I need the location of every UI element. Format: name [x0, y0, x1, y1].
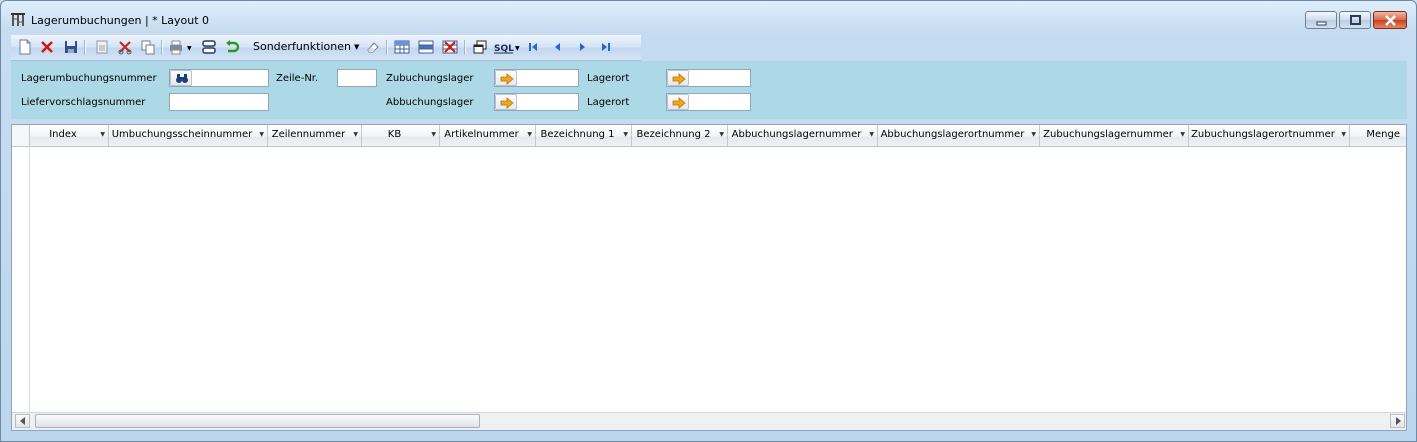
arrow-right-icon — [672, 97, 686, 109]
scroll-left-button[interactable] — [15, 414, 30, 428]
print-icon[interactable] — [168, 39, 184, 55]
zubuchungslager-label: Zubuchungslager — [386, 73, 474, 84]
abbuchungslager-field[interactable] — [494, 93, 579, 111]
window: Lagerumbuchungen | * Layout 0 ▼ Sonderfu… — [0, 0, 1417, 442]
column-header-menge[interactable]: Menge — [1350, 125, 1406, 146]
arrow-right-icon — [500, 73, 514, 85]
grid-header: Index ▼ Umbuchungsscheinnummer ▼ Zeilennum… — [12, 125, 1406, 147]
print-dropdown-icon[interactable]: ▼ — [187, 45, 192, 52]
chevron-down-icon[interactable]: ▼ — [719, 125, 724, 145]
column-header-zubuchungslagernummer[interactable]: Zubuchungslagernummer ▼ — [1040, 125, 1189, 146]
cut-icon[interactable] — [117, 39, 133, 55]
filter-panel: Lagerumbuchungsnummer Zeile-Nr. Zubuchun… — [11, 61, 1407, 119]
liefervorschlagsnummer-field[interactable] — [169, 93, 269, 111]
chevron-left-icon — [20, 417, 25, 425]
column-header-bezeichnung-2[interactable]: Bezeichnung 2 ▼ — [632, 125, 728, 146]
column-header-umbuchungsscheinnummer[interactable]: Umbuchungsscheinnummer ▼ — [109, 125, 268, 146]
zeile-nr-field[interactable] — [337, 69, 377, 87]
chevron-down-icon[interactable]: ▼ — [1031, 125, 1036, 145]
minimize-icon — [1316, 21, 1327, 26]
chevron-down-icon[interactable]: ▼ — [1180, 125, 1185, 145]
column-header-artikelnummer[interactable]: Artikelnummer ▼ — [440, 125, 536, 146]
delete-icon[interactable] — [39, 39, 55, 55]
arrow-right-icon — [500, 97, 514, 109]
lagerort-label: Lagerort — [587, 97, 630, 108]
zubuchungslager-field[interactable] — [494, 69, 579, 87]
lagerort-label: Lagerort — [587, 73, 630, 84]
new-document-icon[interactable] — [17, 39, 33, 55]
chevron-down-icon: ▼ — [353, 43, 360, 51]
toolbar-separator — [386, 40, 388, 55]
zeile-nr-label: Zeile-Nr. — [276, 73, 319, 84]
table-alt-icon[interactable] — [418, 39, 434, 55]
data-grid[interactable]: Index ▼ Umbuchungsscheinnummer ▼ Zeilennum… — [11, 124, 1407, 431]
windows-icon[interactable] — [472, 39, 488, 55]
chevron-down-icon[interactable]: ▼ — [353, 125, 358, 145]
previous-record-icon[interactable] — [550, 39, 566, 55]
maximize-icon — [1350, 15, 1361, 25]
column-header-abbuchungslagernummer[interactable]: Abbuchungslagernummer ▼ — [728, 125, 878, 146]
chevron-right-icon — [1396, 417, 1401, 425]
lagerort-abbuchung-lookup-button[interactable] — [667, 94, 689, 110]
scrollbar-thumb[interactable] — [35, 414, 480, 428]
column-header-zeilennummer[interactable]: Zeilennummer ▼ — [268, 125, 362, 146]
column-header-kb[interactable]: KB ▼ — [362, 125, 440, 146]
copy-record-icon[interactable] — [94, 39, 110, 55]
chevron-down-icon[interactable]: ▼ — [623, 125, 628, 145]
save-icon[interactable] — [63, 39, 79, 55]
table-icon[interactable] — [394, 39, 410, 55]
minimize-button[interactable] — [1305, 11, 1337, 29]
grid-corner[interactable] — [12, 125, 30, 146]
chevron-down-icon[interactable]: ▼ — [431, 125, 436, 145]
sonderfunktionen-menu[interactable]: Sonderfunktionen ▼ — [253, 40, 359, 53]
chevron-down-icon[interactable]: ▼ — [527, 125, 532, 145]
window-title: Lagerumbuchungen | * Layout 0 — [31, 14, 210, 27]
last-record-icon[interactable] — [598, 39, 614, 55]
toolbar-separator — [161, 40, 163, 55]
close-button[interactable] — [1373, 11, 1407, 29]
chevron-down-icon[interactable]: ▼ — [869, 125, 874, 145]
copy-icon[interactable] — [140, 39, 156, 55]
column-header-abbuchungslagerortnummer[interactable]: Abbuchungslagerortnummer ▼ — [878, 125, 1040, 146]
binoculars-icon — [176, 74, 188, 83]
sql-icon[interactable]: SQL — [493, 39, 517, 55]
toolbar-separator — [464, 40, 466, 55]
sonderfunktionen-label: Sonderfunktionen — [253, 40, 351, 53]
abbuchungslager-label: Abbuchungslager — [386, 97, 474, 108]
lagerort-zubuchung-lookup-button[interactable] — [667, 70, 689, 86]
scroll-right-button[interactable] — [1390, 414, 1405, 428]
chevron-down-icon[interactable]: ▼ — [1341, 125, 1346, 145]
app-icon — [11, 13, 25, 26]
lagerort-zubuchung-field[interactable] — [666, 69, 751, 87]
sql-dropdown-icon[interactable]: ▼ — [515, 45, 520, 52]
eraser-icon[interactable] — [365, 39, 381, 55]
layout-icon[interactable] — [201, 39, 217, 55]
liefervorschlagsnummer-label: Liefervorschlagsnummer — [21, 97, 146, 108]
first-record-icon[interactable] — [525, 39, 541, 55]
search-button[interactable] — [170, 70, 192, 86]
horizontal-scrollbar[interactable] — [12, 412, 1406, 430]
toolbar: ▼ Sonderfunktionen ▼ SQL ▼ — [11, 35, 641, 61]
title-bar[interactable]: Lagerumbuchungen | * Layout 0 — [1, 1, 1416, 33]
lagerort-abbuchung-field[interactable] — [666, 93, 751, 111]
arrow-right-icon — [672, 73, 686, 85]
chevron-down-icon[interactable]: ▼ — [259, 125, 264, 145]
close-icon — [1385, 15, 1396, 26]
lagerumbuchungsnummer-field[interactable] — [169, 69, 269, 87]
column-header-bezeichnung-1[interactable]: Bezeichnung 1 ▼ — [536, 125, 632, 146]
row-selector-column — [12, 147, 30, 412]
toolbar-background — [641, 35, 1407, 60]
column-header-index[interactable]: Index ▼ — [30, 125, 109, 146]
chevron-down-icon[interactable]: ▼ — [100, 125, 105, 145]
maximize-button[interactable] — [1339, 11, 1371, 29]
abbuchungslager-lookup-button[interactable] — [495, 94, 517, 110]
toolbar-separator — [84, 40, 86, 55]
zubuchungslager-lookup-button[interactable] — [495, 70, 517, 86]
lagerumbuchungsnummer-label: Lagerumbuchungsnummer — [21, 73, 157, 84]
refresh-icon[interactable] — [224, 39, 240, 55]
next-record-icon[interactable] — [574, 39, 590, 55]
column-header-zubuchungslagerortnummer[interactable]: Zubuchungslagerortnummer ▼ — [1189, 125, 1350, 146]
table-delete-icon[interactable] — [442, 39, 458, 55]
